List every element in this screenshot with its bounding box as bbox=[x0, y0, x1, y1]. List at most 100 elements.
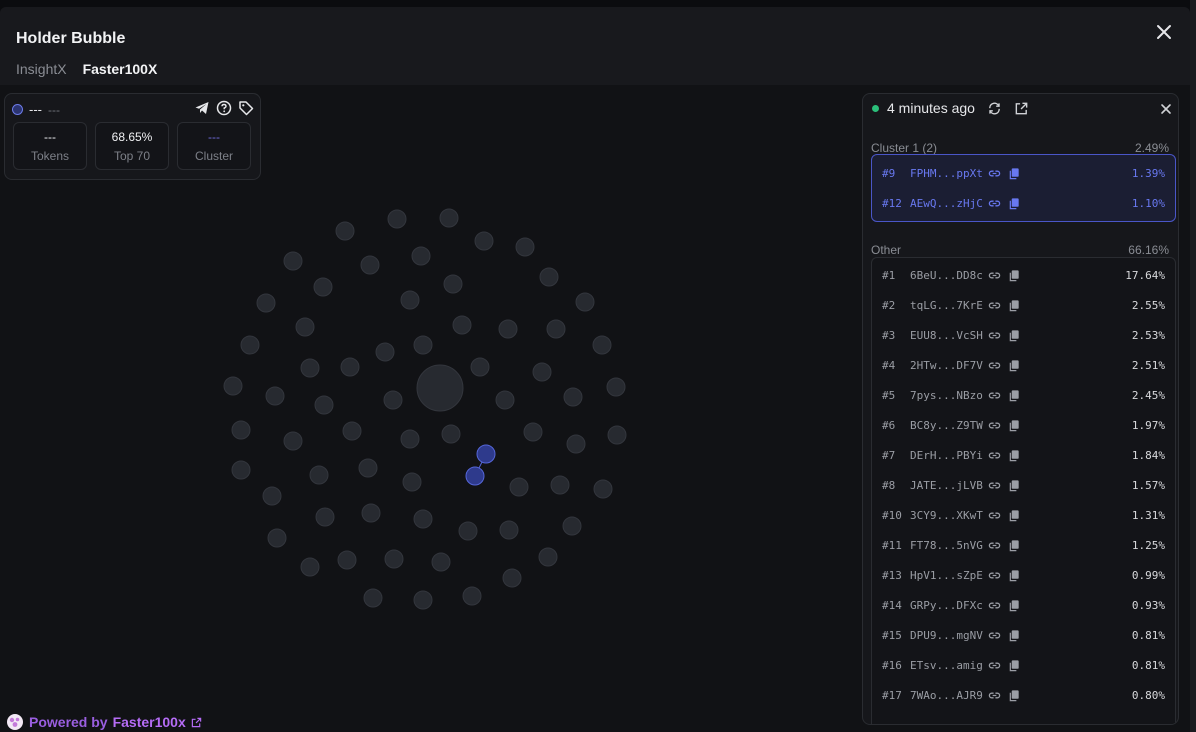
external-link-icon[interactable] bbox=[1014, 101, 1029, 116]
holder-bubble[interactable] bbox=[315, 507, 335, 527]
copy-icon[interactable] bbox=[1008, 299, 1021, 312]
holder-bubble[interactable] bbox=[262, 486, 282, 506]
copy-icon[interactable] bbox=[1008, 389, 1021, 402]
holder-bubble[interactable] bbox=[313, 277, 333, 297]
holder-row[interactable]: #3 EUU8...VcSH 2.53% bbox=[872, 323, 1175, 347]
holder-bubble[interactable] bbox=[384, 549, 404, 569]
link-icon[interactable] bbox=[988, 197, 1001, 210]
holder-bubble[interactable] bbox=[265, 386, 285, 406]
link-icon[interactable] bbox=[988, 629, 1001, 642]
holder-bubble[interactable] bbox=[546, 319, 566, 339]
holder-bubble[interactable] bbox=[342, 421, 362, 441]
link-icon[interactable] bbox=[988, 539, 1001, 552]
holder-bubble[interactable] bbox=[400, 429, 420, 449]
refresh-icon[interactable] bbox=[987, 101, 1002, 116]
holder-row[interactable]: #2 tqLG...7KrE 2.55% bbox=[872, 293, 1175, 317]
holder-row[interactable]: #14 GRPy...DFXc 0.93% bbox=[872, 593, 1175, 617]
link-icon[interactable] bbox=[988, 419, 1001, 432]
tag-icon[interactable] bbox=[238, 100, 254, 116]
link-icon[interactable] bbox=[988, 599, 1001, 612]
link-icon[interactable] bbox=[988, 389, 1001, 402]
copy-icon[interactable] bbox=[1008, 359, 1021, 372]
holder-address[interactable]: DPU9...mgNV bbox=[910, 629, 983, 642]
holder-row[interactable]: #12 AEwQ...zHjC 1.10% bbox=[872, 191, 1175, 215]
holder-row[interactable]: #13 HpV1...sZpE 0.99% bbox=[872, 563, 1175, 587]
holder-row[interactable]: #5 7pys...NBzo 2.45% bbox=[872, 383, 1175, 407]
holder-bubble[interactable] bbox=[358, 458, 378, 478]
holder-bubble[interactable] bbox=[360, 255, 380, 275]
copy-icon[interactable] bbox=[1008, 539, 1021, 552]
holder-bubble[interactable] bbox=[470, 357, 490, 377]
holder-bubble[interactable] bbox=[300, 358, 320, 378]
holder-address[interactable]: HpV1...sZpE bbox=[910, 569, 983, 582]
holder-row[interactable]: #9 FPHM...ppXt 1.39% bbox=[872, 161, 1175, 185]
copy-icon[interactable] bbox=[1008, 167, 1021, 180]
holder-bubble[interactable] bbox=[563, 387, 583, 407]
holder-bubble[interactable] bbox=[474, 231, 494, 251]
link-icon[interactable] bbox=[988, 659, 1001, 672]
holder-bubble[interactable] bbox=[413, 590, 433, 610]
holder-bubble[interactable] bbox=[607, 425, 627, 445]
link-icon[interactable] bbox=[988, 269, 1001, 282]
holder-bubble[interactable] bbox=[256, 293, 276, 313]
holder-bubble[interactable] bbox=[550, 475, 570, 495]
help-icon[interactable] bbox=[216, 100, 232, 116]
link-icon[interactable] bbox=[988, 167, 1001, 180]
holder-bubble[interactable] bbox=[458, 521, 478, 541]
holder-bubble[interactable] bbox=[361, 503, 381, 523]
holder-bubble[interactable] bbox=[575, 292, 595, 312]
holder-bubble[interactable] bbox=[606, 377, 626, 397]
holder-bubble[interactable] bbox=[566, 434, 586, 454]
holder-bubble[interactable] bbox=[539, 267, 559, 287]
holder-bubble[interactable] bbox=[502, 568, 522, 588]
copy-icon[interactable] bbox=[1008, 509, 1021, 522]
holder-bubble[interactable] bbox=[300, 557, 320, 577]
holder-bubble[interactable] bbox=[431, 552, 451, 572]
holder-address[interactable]: 6BeU...DD8c bbox=[910, 269, 983, 282]
holder-row[interactable]: #7 DErH...PBYi 1.84% bbox=[872, 443, 1175, 467]
link-icon[interactable] bbox=[988, 359, 1001, 372]
holder-row[interactable]: #11 FT78...5nVG 1.25% bbox=[872, 533, 1175, 557]
copy-icon[interactable] bbox=[1008, 329, 1021, 342]
holder-bubble[interactable] bbox=[283, 251, 303, 271]
holder-bubble[interactable] bbox=[337, 550, 357, 570]
link-icon[interactable] bbox=[988, 569, 1001, 582]
link-icon[interactable] bbox=[988, 299, 1001, 312]
holder-address[interactable]: FPHM...ppXt bbox=[910, 167, 983, 180]
holder-bubble[interactable] bbox=[383, 390, 403, 410]
link-icon[interactable] bbox=[988, 479, 1001, 492]
holder-address[interactable]: GRPy...DFXc bbox=[910, 599, 983, 612]
holder-bubble[interactable] bbox=[413, 335, 433, 355]
copy-icon[interactable] bbox=[1008, 479, 1021, 492]
close-panel-icon[interactable] bbox=[1159, 102, 1173, 116]
holder-address[interactable]: EUU8...VcSH bbox=[910, 329, 983, 342]
holder-address[interactable]: 7pys...NBzo bbox=[910, 389, 983, 402]
link-icon[interactable] bbox=[988, 329, 1001, 342]
holder-bubble[interactable] bbox=[416, 364, 464, 412]
link-icon[interactable] bbox=[988, 449, 1001, 462]
holder-bubble[interactable] bbox=[363, 588, 383, 608]
holder-bubble[interactable] bbox=[538, 547, 558, 567]
holder-bubble[interactable] bbox=[283, 431, 303, 451]
holder-bubble[interactable] bbox=[387, 209, 407, 229]
holder-bubble[interactable] bbox=[400, 290, 420, 310]
holder-bubble[interactable] bbox=[411, 246, 431, 266]
holder-bubble[interactable] bbox=[439, 208, 459, 228]
copy-icon[interactable] bbox=[1008, 449, 1021, 462]
holder-row[interactable]: #6 BC8y...Z9TW 1.97% bbox=[872, 413, 1175, 437]
holder-row[interactable]: #1 6BeU...DD8c 17.64% bbox=[872, 263, 1175, 287]
holder-bubble[interactable] bbox=[314, 395, 334, 415]
holder-bubble[interactable] bbox=[223, 376, 243, 396]
telegram-icon[interactable] bbox=[194, 100, 210, 116]
holder-bubble[interactable] bbox=[562, 516, 582, 536]
holder-address[interactable]: tqLG...7KrE bbox=[910, 299, 983, 312]
holder-bubble[interactable] bbox=[592, 335, 612, 355]
holder-address[interactable]: AEwQ...zHjC bbox=[910, 197, 983, 210]
copy-icon[interactable] bbox=[1008, 689, 1021, 702]
holder-bubble[interactable] bbox=[413, 509, 433, 529]
copy-icon[interactable] bbox=[1008, 419, 1021, 432]
holder-bubble[interactable] bbox=[295, 317, 315, 337]
copy-icon[interactable] bbox=[1008, 197, 1021, 210]
holder-row[interactable]: #17 7WAo...AJR9 0.80% bbox=[872, 683, 1175, 707]
holder-row[interactable]: #16 ETsv...amig 0.81% bbox=[872, 653, 1175, 677]
